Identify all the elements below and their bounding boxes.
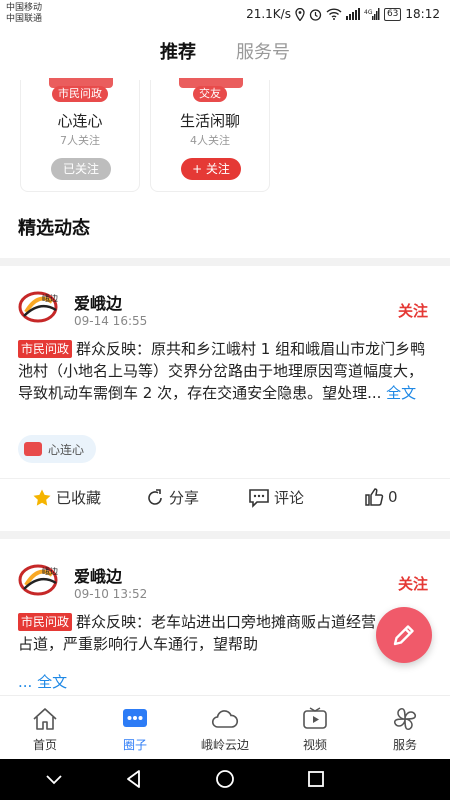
post-actions: 已收藏 分享 评论 0 — [0, 478, 450, 518]
nav-label: 视频 — [302, 738, 327, 752]
tab-service-accounts[interactable]: 服务号 — [236, 40, 290, 80]
chat-dots-icon — [123, 709, 147, 727]
comment-button[interactable]: 评论 — [248, 487, 304, 508]
favorite-button[interactable]: 已收藏 — [32, 487, 101, 508]
star-icon — [33, 489, 51, 506]
alarm-icon — [309, 8, 322, 21]
wifi-icon — [326, 8, 342, 20]
compose-button[interactable] — [376, 607, 432, 663]
post-time: 09-10 13:52 — [74, 587, 148, 601]
avatar[interactable]: 峨边 — [18, 290, 62, 324]
circle-follower-count: 4人关注 — [190, 134, 230, 147]
home-circle-icon[interactable] — [215, 769, 235, 789]
circle-follower-count: 7人关注 — [60, 134, 100, 147]
follow-button[interactable]: 关注 — [398, 573, 428, 594]
avatar[interactable]: 峨边 — [18, 563, 62, 597]
nav-circles[interactable]: 圈子 — [90, 696, 180, 759]
share-label: 分享 — [169, 489, 200, 507]
home-icon — [33, 708, 57, 730]
thumbs-up-icon — [365, 488, 384, 506]
circle-card[interactable]: 交友 生活闲聊 4人关注 + 关注 — [150, 78, 270, 192]
comment-icon — [249, 488, 269, 508]
circle-name: 生活闲聊 — [179, 112, 240, 130]
like-button[interactable]: 0 — [364, 487, 398, 507]
video-icon — [303, 707, 327, 729]
svg-text:4G: 4G — [364, 9, 373, 16]
circle-tag: 市民问政 — [52, 86, 108, 102]
divider — [0, 531, 450, 539]
circle-name: 心连心 — [57, 112, 103, 130]
circle-chip[interactable]: 心连心 — [18, 435, 97, 463]
post-author[interactable]: 爱峨边 — [74, 290, 122, 314]
post-badge: 市民问政 — [18, 613, 73, 631]
follow-button[interactable]: + 关注 — [181, 158, 241, 180]
top-tabs: 推荐 服务号 — [0, 40, 450, 84]
circle-flag-icon — [24, 442, 42, 456]
cloud-icon — [211, 710, 239, 728]
clover-icon — [394, 708, 416, 730]
circle-card[interactable]: 市民问政 心连心 7人关注 已关注 — [20, 78, 140, 192]
post-text[interactable]: 市民问政 群众反映：老车站进出口旁地摊商贩占道经营，桌椅占道，严重影响行人车通行，… — [18, 611, 432, 655]
read-more-row: ... 全文 — [18, 671, 432, 693]
nav-label: 圈子 — [122, 738, 147, 752]
nav-label: 峨岭云边 — [200, 738, 249, 752]
read-more-link[interactable]: 全文 — [386, 384, 416, 402]
post-content: 群众反映：原共和乡江峨村 1 组和峨眉山市龙门乡鸭池村（小地名上马等）交界分岔路… — [18, 340, 426, 402]
favorite-label: 已收藏 — [56, 489, 102, 507]
status-icons: 21.1K/s 4G 63 18:12 — [246, 5, 440, 23]
signal-4g-icon: 4G — [364, 8, 380, 20]
post-time: 09-14 16:55 — [74, 314, 148, 328]
nav-video[interactable]: 视频 — [270, 696, 360, 759]
like-count: 0 — [388, 488, 398, 506]
collapse-chevron-icon[interactable] — [44, 769, 64, 789]
battery-level: 63 — [383, 7, 402, 21]
tab-recommend[interactable]: 推荐 — [160, 40, 196, 84]
post-badge: 市民问政 — [18, 340, 73, 358]
pencil-icon — [393, 625, 414, 646]
read-more-link[interactable]: ... 全文 — [18, 673, 67, 691]
divider — [0, 258, 450, 266]
carrier-2: 中国联通 — [6, 14, 43, 24]
section-title: 精选动态 — [18, 218, 90, 239]
nav-home[interactable]: 首页 — [0, 696, 90, 759]
clock: 18:12 — [405, 7, 440, 21]
nav-label: 首页 — [32, 738, 57, 752]
follow-button[interactable]: 关注 — [398, 300, 428, 321]
circle-chip-label: 心连心 — [48, 442, 85, 457]
circle-cards: 市民问政 心连心 7人关注 已关注 交友 生活闲聊 4人关注 + 关注 — [20, 78, 450, 192]
followed-button[interactable]: 已关注 — [51, 158, 111, 180]
post-author[interactable]: 爱峨边 — [74, 563, 122, 587]
post-text[interactable]: 市民问政 群众反映：原共和乡江峨村 1 组和峨眉山市龙门乡鸭池村（小地名上马等）交… — [18, 338, 432, 404]
signal-icon — [345, 8, 360, 20]
system-nav-bar — [0, 759, 450, 800]
share-button[interactable]: 分享 — [145, 487, 199, 508]
back-icon[interactable] — [124, 769, 144, 789]
comment-label: 评论 — [274, 489, 305, 507]
nav-label: 服务 — [392, 738, 417, 752]
post-card[interactable]: 峨边 爱峨边 09-14 16:55 关注 市民问政 群众反映：原共和乡江峨村 1… — [0, 266, 450, 531]
carrier-1: 中国移动 — [6, 3, 43, 13]
status-bar: 中国移动 中国联通 21.1K/s 4G 63 18:12 — [0, 0, 450, 28]
bottom-nav: 首页 圈子 峨岭云边 视频 服务 — [0, 695, 450, 759]
avatar-label: 峨边 — [42, 293, 58, 303]
app-screen: 中国移动 中国联通 21.1K/s 4G 63 18:12 推荐 服务号 市民问… — [0, 0, 450, 800]
share-icon — [148, 488, 162, 505]
network-speed: 21.1K/s — [246, 7, 291, 21]
location-icon — [295, 7, 305, 21]
circle-tag: 交友 — [193, 86, 227, 102]
post-content: 群众反映：老车站进出口旁地摊商贩占道经营，桌椅占道，严重影响行人车通行，望帮助 — [18, 613, 422, 653]
nav-services[interactable]: 服务 — [360, 696, 450, 759]
avatar-label: 峨边 — [42, 566, 58, 576]
nav-cloud[interactable]: 峨岭云边 — [180, 696, 270, 759]
recents-icon[interactable] — [306, 769, 326, 789]
